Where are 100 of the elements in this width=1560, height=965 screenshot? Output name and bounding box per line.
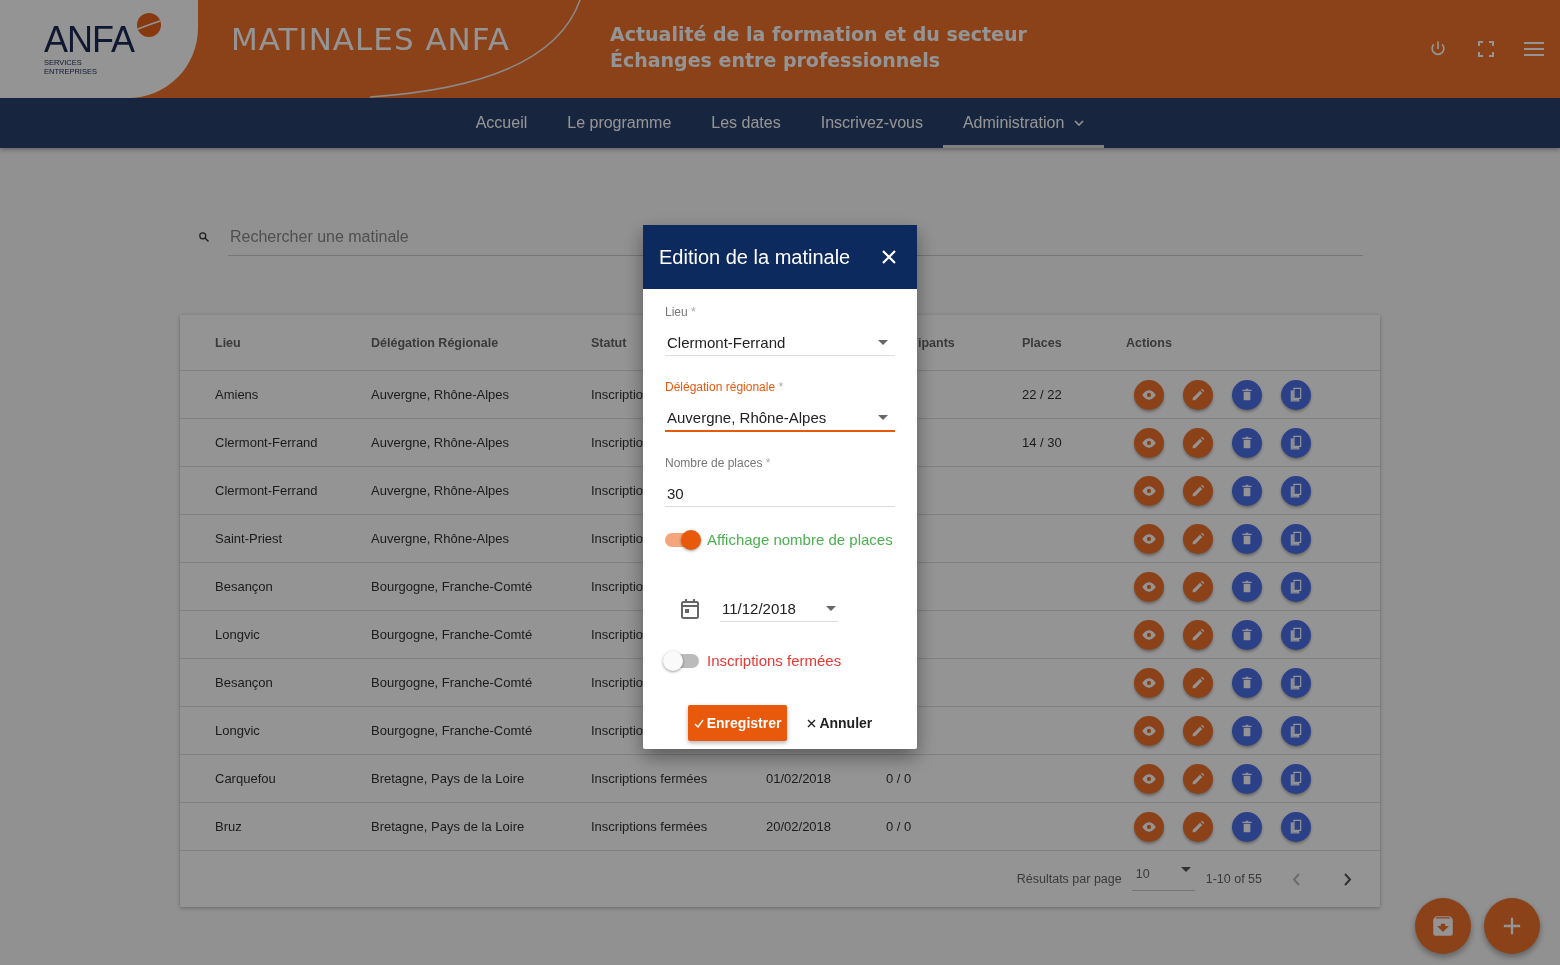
dropdown-arrow-icon [826,606,836,611]
column-header: Délégation Régionale [371,335,499,350]
pencil-icon [1190,770,1206,787]
select-field[interactable]: Clermont-Ferrand [665,329,895,356]
edit-button[interactable] [1183,619,1213,650]
menu-icon [1524,41,1544,57]
delete-button[interactable] [1232,571,1262,602]
view-button[interactable] [1134,763,1164,794]
close-button[interactable] [881,249,897,265]
copy-button[interactable] [1281,811,1311,842]
table-cell: Bretagne, Pays de la Loire [371,819,525,834]
nav-tab[interactable]: Inscrivez-vous [800,98,943,148]
pencil-icon [1190,674,1206,691]
nav-tab[interactable]: Les dates [691,98,801,148]
delete-button[interactable] [1232,715,1262,746]
dropdown-arrow-icon [878,414,888,420]
delete-button[interactable] [1232,427,1262,458]
copy-button[interactable] [1281,667,1311,698]
copy-button[interactable] [1281,523,1311,554]
delete-button[interactable] [1232,667,1262,698]
input-field[interactable]: 30 [665,480,895,507]
toggle-label: Affichage nombre de places [707,531,893,548]
search-icon [198,231,210,243]
table-cell: Bourgogne, Franche-Comté [371,723,533,738]
copy-button[interactable] [1281,379,1311,410]
table-cell: Longvic [215,723,260,738]
edit-button[interactable] [1183,667,1213,698]
close-icon [807,718,817,728]
edit-button[interactable] [1183,379,1213,410]
date-field[interactable]: 11/12/2018 [720,596,838,622]
edit-button[interactable] [1183,811,1213,842]
view-button[interactable] [1134,667,1164,698]
pencil-icon [1190,578,1206,595]
copy-icon [1288,434,1304,451]
pencil-icon [1190,386,1206,403]
delete-button[interactable] [1232,811,1262,842]
add-button[interactable] [1484,898,1540,954]
view-button[interactable] [1134,475,1164,506]
copy-icon [1288,674,1304,691]
archive-button[interactable] [1415,898,1471,954]
copy-icon [1288,626,1304,643]
edit-button[interactable] [1183,475,1213,506]
delete-button[interactable] [1232,475,1262,506]
page-size-select[interactable]: 10 [1131,867,1195,891]
copy-button[interactable] [1281,715,1311,746]
view-button[interactable] [1134,619,1164,650]
copy-button[interactable] [1281,475,1311,506]
view-button[interactable] [1134,571,1164,602]
nav-tab[interactable]: Le programme [547,98,692,148]
table-cell: Inscriptions fermées [591,771,708,786]
edit-button[interactable] [1183,763,1213,794]
save-button[interactable]: Enregistrer [687,705,788,741]
pencil-icon [1190,818,1206,835]
view-button[interactable] [1134,379,1164,410]
copy-button[interactable] [1281,763,1311,794]
edit-button[interactable] [1183,571,1213,602]
nav-tab[interactable]: Administration [942,98,1105,148]
close-icon [881,249,897,265]
edit-button[interactable] [1183,523,1213,554]
table-cell: Bretagne, Pays de la Loire [371,771,525,786]
delete-button[interactable] [1232,523,1262,554]
view-button[interactable] [1134,811,1164,842]
view-button[interactable] [1134,715,1164,746]
toggle-switch[interactable] [665,532,699,547]
edit-button[interactable] [1183,427,1213,458]
menu-button[interactable] [1524,41,1544,57]
calendar-icon [680,598,700,620]
copy-button[interactable] [1281,619,1311,650]
pencil-icon [1190,530,1206,547]
table-cell: Bourgogne, Franche-Comté [371,675,533,690]
table-cell: Inscriptio [591,435,644,450]
table-cell: Auvergne, Rhône-Alpes [371,435,510,450]
copy-icon [1288,722,1304,739]
view-button[interactable] [1134,427,1164,458]
toggle-switch[interactable] [665,653,699,668]
select-field[interactable]: Auvergne, Rhône-Alpes [665,404,895,432]
column-header: Places [1022,335,1062,350]
cancel-button[interactable]: Annuler [807,705,873,741]
archive-icon [1430,913,1456,939]
delete-button[interactable] [1232,379,1262,410]
fullscreen-button[interactable] [1478,41,1494,57]
page-size-label: Résultats par page [1016,872,1122,886]
table-cell: Inscriptio [591,579,644,594]
check-icon [693,718,704,728]
trash-icon [1239,530,1255,547]
copy-button[interactable] [1281,427,1311,458]
table-cell: Inscriptio [591,387,644,402]
table-cell: Bourgogne, Franche-Comté [371,627,533,642]
site-title: MATINALES ANFA [231,20,510,57]
delete-button[interactable] [1232,619,1262,650]
logo-wordmark: ANFA [44,22,134,58]
nav-tab[interactable]: Accueil [455,98,548,148]
copy-button[interactable] [1281,571,1311,602]
tagline: Échanges entre professionnels [610,48,941,73]
view-button[interactable] [1134,523,1164,554]
dropdown-arrow-icon [878,339,888,345]
delete-button[interactable] [1232,763,1262,794]
edit-button[interactable] [1183,715,1213,746]
chevron-left-icon [1292,872,1300,886]
table-cell: 20/02/2018 [766,819,832,834]
